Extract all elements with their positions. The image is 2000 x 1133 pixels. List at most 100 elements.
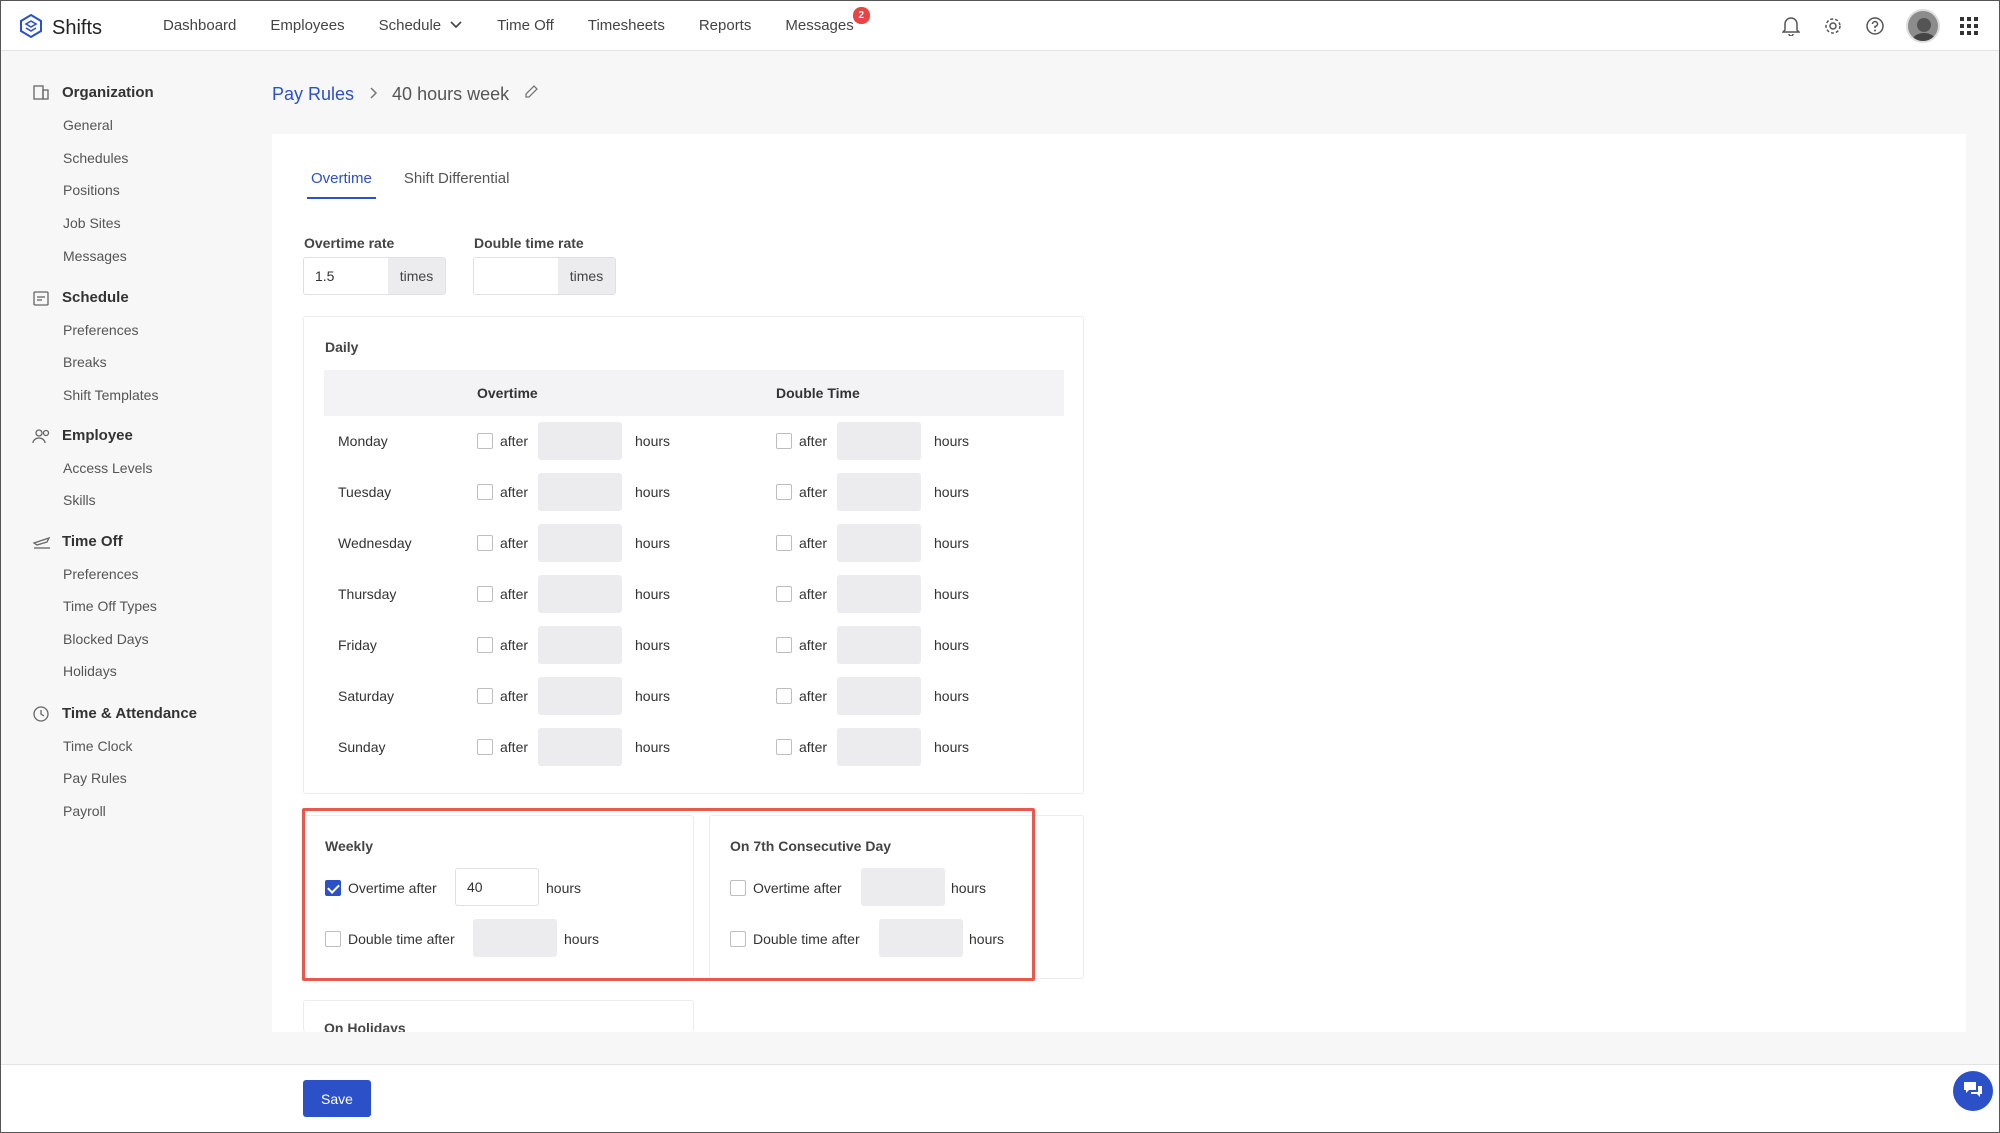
breadcrumb-pay-rules[interactable]: Pay Rules: [272, 84, 354, 105]
sidebar-item-breaks[interactable]: Breaks: [63, 354, 107, 370]
building-icon: [32, 83, 50, 105]
overtime-hours-input[interactable]: [538, 473, 622, 511]
chat-button[interactable]: [1953, 1071, 1993, 1111]
double-time-hours-input[interactable]: [837, 626, 921, 664]
daily-row-monday: Monday after hours after hours: [324, 421, 1064, 461]
overtime-hours-unit: hours: [635, 586, 671, 602]
sidebar-item-skills[interactable]: Skills: [63, 492, 96, 508]
overtime-after-label: after: [500, 433, 529, 449]
daily-row-sunday: Sunday after hours after hours: [324, 727, 1064, 767]
double-time-hours-input[interactable]: [837, 524, 921, 562]
sidebar-item-time-off-preferences[interactable]: Preferences: [63, 566, 138, 582]
sidebar-item-shift-templates[interactable]: Shift Templates: [63, 387, 158, 403]
double-time-checkbox[interactable]: [776, 535, 792, 551]
tab-overtime[interactable]: Overtime: [307, 170, 376, 199]
col-overtime: Overtime: [477, 385, 538, 401]
overtime-hours-input[interactable]: [538, 677, 622, 715]
double-time-hours-unit: hours: [934, 535, 970, 551]
overtime-rate-group: times: [303, 257, 446, 295]
double-time-hours-input[interactable]: [837, 728, 921, 766]
pay-rule-tabs: Overtime Shift Differential: [307, 170, 513, 199]
nav-time-off[interactable]: Time Off: [497, 17, 554, 34]
double-time-checkbox[interactable]: [776, 586, 792, 602]
sidebar-section-time-off: Time Off: [62, 533, 123, 550]
double-time-hours-input[interactable]: [837, 422, 921, 460]
gear-icon[interactable]: [1822, 15, 1844, 37]
double-time-after-label: after: [799, 433, 828, 449]
double-time-hours-input[interactable]: [837, 575, 921, 613]
nav-messages[interactable]: Messages 2: [785, 7, 870, 34]
chevron-down-icon: [449, 17, 463, 34]
double-time-hours-unit: hours: [934, 688, 970, 704]
day-name: Tuesday: [338, 484, 392, 500]
sidebar-item-access-levels[interactable]: Access Levels: [63, 460, 152, 476]
overtime-after-label: after: [500, 484, 529, 500]
overtime-checkbox[interactable]: [477, 484, 493, 500]
overtime-checkbox[interactable]: [477, 586, 493, 602]
overtime-checkbox[interactable]: [477, 535, 493, 551]
nav-employees[interactable]: Employees: [270, 17, 344, 34]
double-time-hours-unit: hours: [934, 739, 970, 755]
overtime-hours-input[interactable]: [538, 575, 622, 613]
double-time-rate-input[interactable]: [474, 258, 558, 294]
sidebar-item-pay-rules[interactable]: Pay Rules: [63, 770, 127, 786]
double-time-after-label: after: [799, 484, 828, 500]
day-name: Monday: [338, 433, 388, 449]
double-time-checkbox[interactable]: [776, 484, 792, 500]
tab-shift-differential[interactable]: Shift Differential: [400, 170, 514, 199]
overtime-after-label: after: [500, 688, 529, 704]
overtime-rate-label: Overtime rate: [304, 235, 395, 251]
double-time-checkbox[interactable]: [776, 688, 792, 704]
overtime-after-label: after: [500, 739, 529, 755]
overtime-hours-input[interactable]: [538, 524, 622, 562]
nav-reports[interactable]: Reports: [699, 17, 752, 34]
app-logo[interactable]: Shifts: [18, 13, 102, 43]
sidebar-item-job-sites[interactable]: Job Sites: [63, 215, 121, 231]
sidebar-item-time-off-types[interactable]: Time Off Types: [63, 598, 157, 614]
chat-icon: [1962, 1079, 1984, 1103]
sidebar-item-holidays[interactable]: Holidays: [63, 663, 117, 679]
daily-row-friday: Friday after hours after hours: [324, 625, 1064, 665]
overtime-hours-input[interactable]: [538, 422, 622, 460]
overtime-hours-input[interactable]: [538, 728, 622, 766]
double-time-hours-input[interactable]: [837, 473, 921, 511]
clock-icon: [32, 705, 50, 727]
nav-timesheets[interactable]: Timesheets: [588, 17, 665, 34]
help-icon[interactable]: [1864, 15, 1886, 37]
daily-row-thursday: Thursday after hours after hours: [324, 574, 1064, 614]
overtime-checkbox[interactable]: [477, 739, 493, 755]
sidebar-item-schedules[interactable]: Schedules: [63, 150, 128, 166]
double-time-checkbox[interactable]: [776, 637, 792, 653]
overtime-checkbox[interactable]: [477, 433, 493, 449]
double-time-checkbox[interactable]: [776, 433, 792, 449]
save-button[interactable]: Save: [303, 1080, 371, 1117]
sidebar-item-time-clock[interactable]: Time Clock: [63, 738, 133, 754]
double-time-rate-suffix: times: [558, 258, 615, 294]
sidebar-item-messages[interactable]: Messages: [63, 248, 127, 264]
page-title: 40 hours week: [392, 84, 510, 104]
chevron-right-icon: [368, 84, 378, 105]
footer-bar: [0, 1064, 2000, 1133]
pencil-icon[interactable]: [523, 84, 539, 105]
sidebar-item-blocked-days[interactable]: Blocked Days: [63, 631, 149, 647]
avatar[interactable]: [1906, 8, 1940, 43]
sidebar-item-payroll[interactable]: Payroll: [63, 803, 106, 819]
apps-grid-icon[interactable]: [1958, 15, 1980, 37]
bell-icon[interactable]: [1780, 15, 1802, 37]
nav-dashboard[interactable]: Dashboard: [163, 17, 236, 34]
double-time-checkbox[interactable]: [776, 739, 792, 755]
overtime-hours-unit: hours: [635, 433, 671, 449]
day-name: Saturday: [338, 688, 395, 704]
double-time-hours-input[interactable]: [837, 677, 921, 715]
double-time-after-label: after: [799, 637, 828, 653]
overtime-hours-input[interactable]: [538, 626, 622, 664]
overtime-checkbox[interactable]: [477, 637, 493, 653]
sidebar-item-general[interactable]: General: [63, 117, 113, 133]
nav-schedule[interactable]: Schedule: [379, 17, 464, 34]
overtime-after-label: after: [500, 586, 529, 602]
overtime-rate-input[interactable]: [304, 258, 388, 294]
breadcrumb: Pay Rules 40 hours week: [272, 84, 539, 105]
sidebar-item-positions[interactable]: Positions: [63, 182, 120, 198]
sidebar-item-preferences[interactable]: Preferences: [63, 322, 138, 338]
overtime-checkbox[interactable]: [477, 688, 493, 704]
